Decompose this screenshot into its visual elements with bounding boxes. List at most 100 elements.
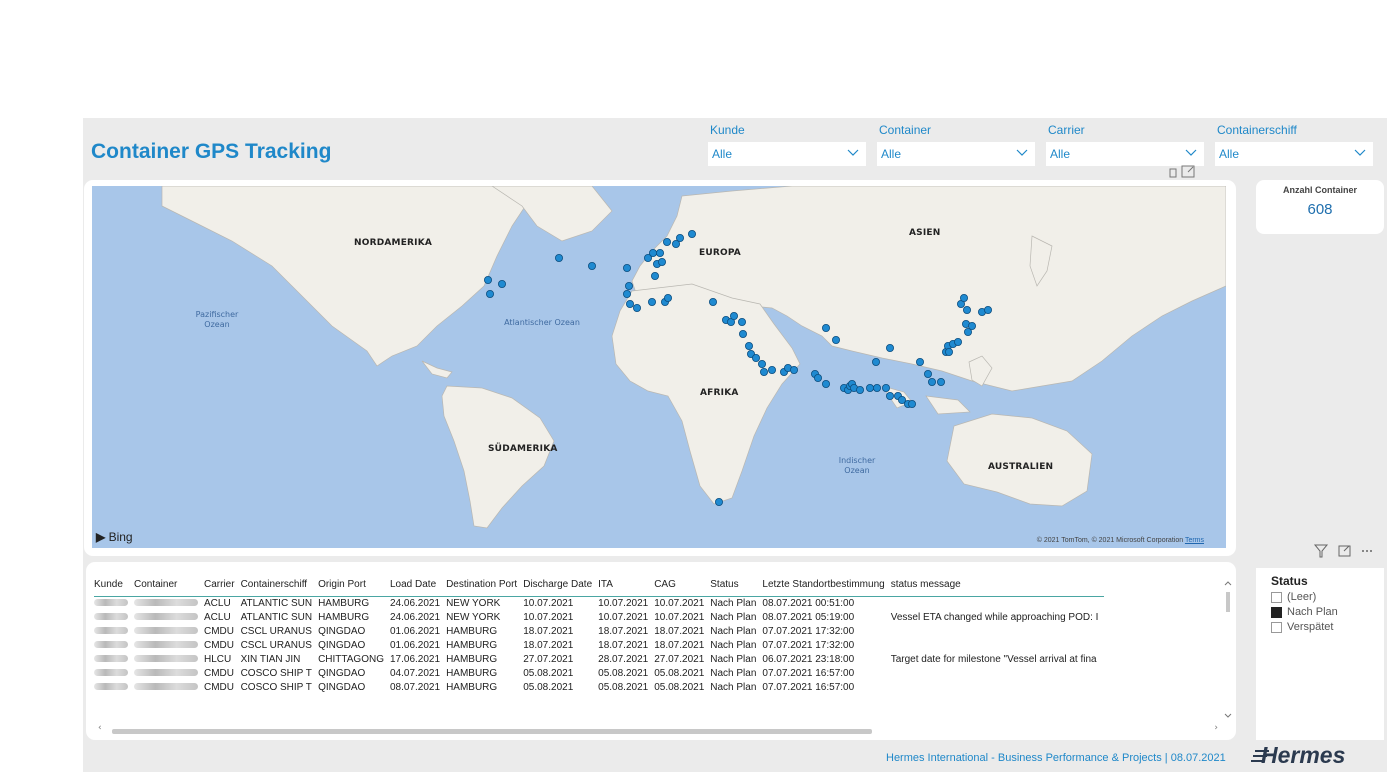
scroll-left-icon[interactable]: ‹ <box>98 723 102 733</box>
column-header[interactable]: ITA <box>598 574 655 597</box>
table-header-row: Kunde Container Carrier Containerschiff Orig… <box>94 574 1105 597</box>
filter-icon[interactable] <box>1313 544 1329 558</box>
column-header[interactable]: CAG <box>654 574 711 597</box>
checkbox[interactable] <box>1271 606 1282 618</box>
container-location-point[interactable] <box>908 399 917 408</box>
container-location-point[interactable] <box>752 353 761 362</box>
table-row[interactable]: CMDU CSCL URANUS QINGDAO 01.06.2021 HAMBURG 1… <box>94 624 1104 638</box>
container-location-point[interactable] <box>866 383 875 392</box>
redacted-container <box>134 666 204 680</box>
table-row[interactable]: CMDU COSCO SHIP T QINGDAO 08.07.2021 HAMBURG… <box>94 680 1104 694</box>
column-header[interactable]: Destination Port <box>446 574 524 597</box>
table-cell: Nach Plan <box>710 625 757 637</box>
container-location-point[interactable] <box>626 300 635 309</box>
table-row[interactable]: CMDU CSCL URANUS QINGDAO 01.06.2021 HAMBURG 1… <box>94 638 1104 652</box>
container-location-point[interactable] <box>954 337 963 346</box>
container-location-point[interactable] <box>873 383 882 392</box>
container-location-point[interactable] <box>715 497 724 506</box>
container-location-point[interactable] <box>968 321 977 330</box>
table-row[interactable]: HLCU XIN TIAN JIN CHITTAGONG 17.06.2021 HAMB… <box>94 652 1104 666</box>
container-location-point[interactable] <box>945 347 954 356</box>
container-location-point[interactable] <box>822 379 831 388</box>
container-location-point[interactable] <box>658 258 667 267</box>
container-location-point[interactable] <box>924 369 933 378</box>
carrier-dropdown[interactable]: Alle <box>1046 142 1204 166</box>
column-header[interactable]: Origin Port <box>318 574 390 597</box>
container-location-point[interactable] <box>554 254 563 263</box>
container-location-point[interactable] <box>937 377 946 386</box>
column-header[interactable]: Status <box>710 574 763 597</box>
scroll-thumb[interactable] <box>112 729 872 734</box>
container-location-point[interactable] <box>651 272 660 281</box>
column-header[interactable]: Discharge Date <box>523 574 599 597</box>
container-location-point[interactable] <box>656 249 665 258</box>
column-header[interactable]: Containerschiff <box>240 574 319 597</box>
container-location-point[interactable] <box>709 298 718 307</box>
container-location-point[interactable] <box>928 377 937 386</box>
container-location-point[interactable] <box>984 306 993 315</box>
column-header[interactable]: Letzte Standortbestimmung <box>762 574 891 597</box>
table-cell: 08.07.2021 05:19:00 <box>762 611 855 623</box>
container-location-point[interactable] <box>625 282 634 291</box>
column-header[interactable]: Carrier <box>204 574 241 597</box>
container-location-point[interactable] <box>663 238 672 247</box>
status-option-leer[interactable]: (Leer) <box>1271 591 1384 603</box>
container-location-point[interactable] <box>483 276 492 285</box>
focus-mode-icon[interactable] <box>1338 545 1351 557</box>
column-header[interactable]: Load Date <box>390 574 447 597</box>
container-location-point[interactable] <box>664 294 673 303</box>
container-location-point[interactable] <box>768 365 777 374</box>
table-cell: HAMBURG <box>446 667 498 679</box>
container-location-point[interactable] <box>745 341 754 350</box>
status-option-nach-plan[interactable]: Nach Plan <box>1271 606 1384 618</box>
container-location-point[interactable] <box>886 391 895 400</box>
container-location-point[interactable] <box>822 323 831 332</box>
scroll-right-icon[interactable]: › <box>1214 723 1218 733</box>
container-location-point[interactable] <box>960 294 969 303</box>
container-location-point[interactable] <box>633 304 642 313</box>
container-location-point[interactable] <box>856 385 865 394</box>
container-location-point[interactable] <box>738 317 747 326</box>
container-location-point[interactable] <box>644 254 653 263</box>
column-header[interactable]: Kunde <box>94 574 134 597</box>
container-location-point[interactable] <box>872 357 881 366</box>
container-location-point[interactable] <box>916 357 925 366</box>
container-location-point[interactable] <box>623 290 632 299</box>
container-location-point[interactable] <box>963 306 972 315</box>
container-location-point[interactable] <box>688 230 697 239</box>
container-location-point[interactable] <box>758 359 767 368</box>
status-option-verspaetet[interactable]: Verspätet <box>1271 621 1384 633</box>
checkbox[interactable] <box>1271 621 1282 633</box>
focus-mode-icon[interactable] <box>1181 165 1195 178</box>
column-header[interactable]: Container <box>134 574 204 597</box>
container-location-point[interactable] <box>882 383 891 392</box>
more-options-icon[interactable] <box>1362 550 1372 552</box>
containerschiff-dropdown[interactable]: Alle <box>1215 142 1373 166</box>
column-header[interactable]: status message <box>890 574 1105 597</box>
container-location-point[interactable] <box>739 329 748 338</box>
table-row[interactable]: CMDU COSCO SHIP T QINGDAO 04.07.2021 HAMBURG… <box>94 666 1104 680</box>
container-location-point[interactable] <box>832 335 841 344</box>
horizontal-scrollbar[interactable]: ‹ › <box>98 723 1218 736</box>
container-location-point[interactable] <box>485 290 494 299</box>
terms-link[interactable]: Terms <box>1185 537 1204 544</box>
map-area[interactable]: NORDAMERIKA EUROPA ASIEN AFRIKA SÜDAMERI… <box>92 186 1226 548</box>
vertical-scrollbar[interactable] <box>1224 580 1232 720</box>
table-row[interactable]: ACLU ATLANTIC SUN HAMBURG 24.06.2021 NEW YOR… <box>94 596 1104 610</box>
table-cell: QINGDAO <box>318 667 366 679</box>
container-location-point[interactable] <box>587 262 596 271</box>
kunde-dropdown[interactable]: Alle <box>708 142 866 166</box>
container-location-point[interactable] <box>790 365 799 374</box>
container-location-point[interactable] <box>760 367 769 376</box>
container-location-point[interactable] <box>497 280 506 289</box>
container-location-point[interactable] <box>648 298 657 307</box>
checkbox[interactable] <box>1271 591 1282 603</box>
container-location-point[interactable] <box>886 343 895 352</box>
container-location-point[interactable] <box>623 264 632 273</box>
container-dropdown[interactable]: Alle <box>877 142 1035 166</box>
container-location-point[interactable] <box>730 312 739 321</box>
container-location-point[interactable] <box>672 240 681 249</box>
container-location-point[interactable] <box>814 373 823 382</box>
pin-icon[interactable] <box>1169 168 1177 178</box>
table-row[interactable]: ACLU ATLANTIC SUN HAMBURG 24.06.2021 NEW YOR… <box>94 610 1104 624</box>
